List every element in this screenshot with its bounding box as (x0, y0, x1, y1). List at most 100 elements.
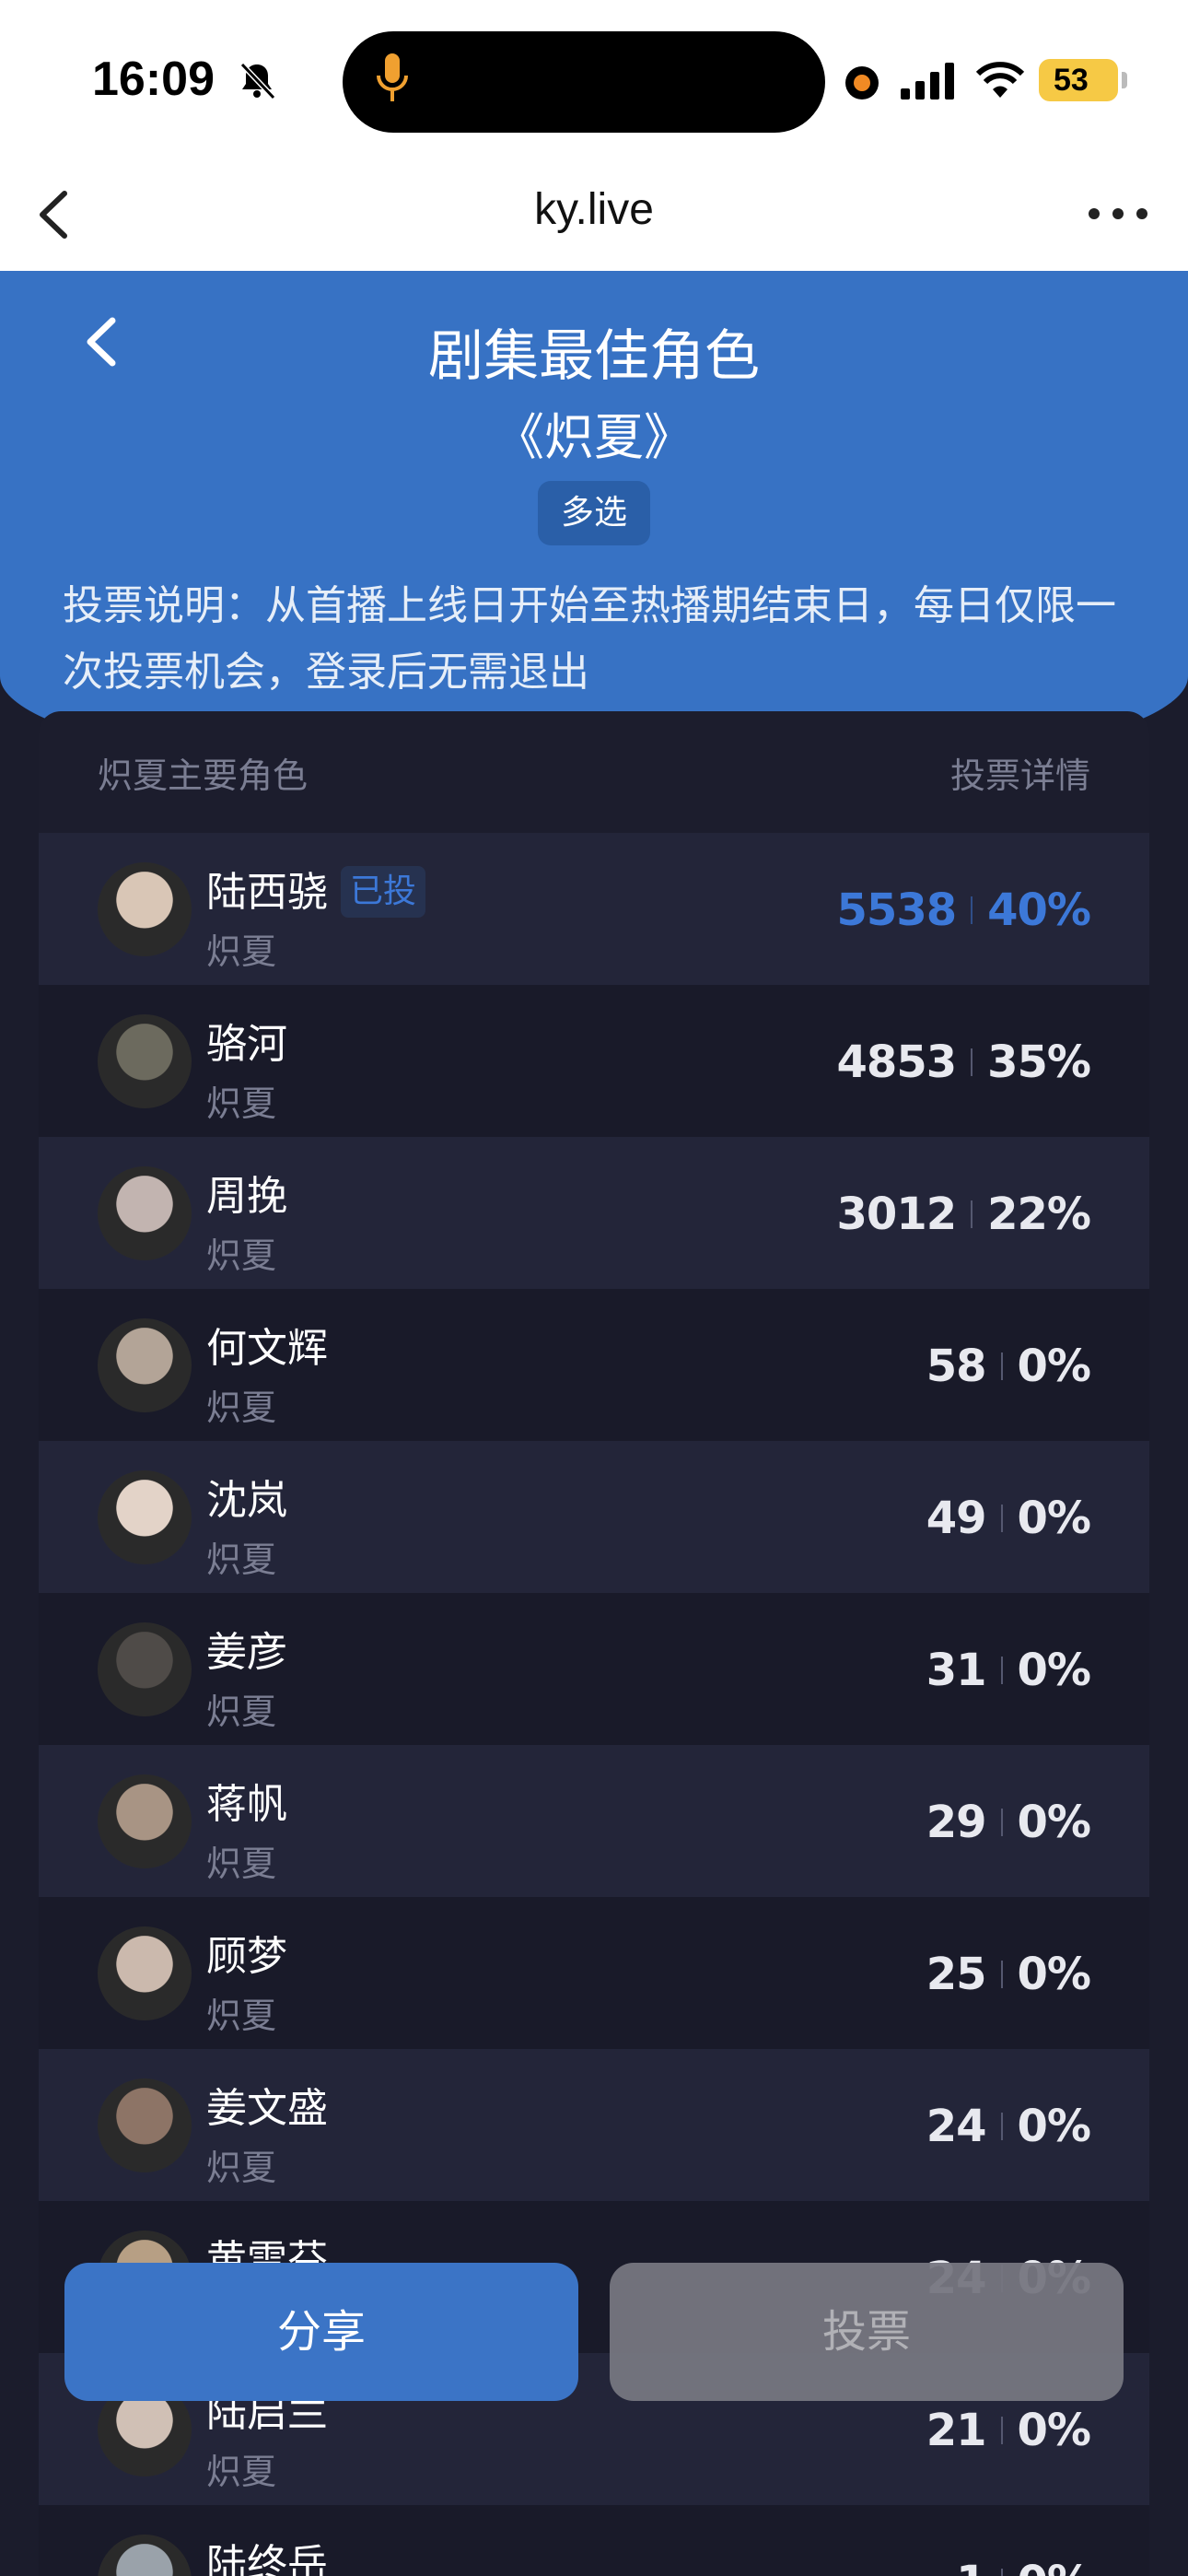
avatar (98, 1774, 192, 1868)
candidate-row[interactable]: 陆西骁 已投炽夏 5538 40% (39, 833, 1149, 985)
candidate-name: 陆西骁 已投 (206, 859, 426, 918)
vote-stats: 25 0% (926, 1949, 1091, 2000)
candidate-row[interactable]: 顾梦炽夏 25 0% (39, 1897, 1149, 2049)
vote-percent: 0% (1017, 1341, 1091, 1392)
candidate-name: 陆终岳 (206, 2531, 328, 2576)
avatar (98, 1014, 192, 1108)
candidate-drama: 炽夏 (206, 931, 277, 972)
vote-stats: 58 0% (926, 1341, 1091, 1392)
page-title: 剧集最佳角色 (428, 324, 760, 389)
list-header-right: 投票详情 (949, 755, 1090, 796)
candidate-row[interactable]: 姜彦炽夏 31 0% (39, 1593, 1149, 1745)
vote-stats: 31 0% (926, 1645, 1091, 1696)
candidate-name-text: 周挽 (206, 1173, 287, 1220)
vote-stats: 24 0% (926, 2101, 1091, 2152)
vote-percent: 0% (1018, 2557, 1091, 2576)
vote-count: 25 (926, 1949, 987, 2000)
vote-count: 58 (926, 1341, 987, 1392)
battery-tip-icon (1122, 72, 1127, 88)
share-button[interactable]: 分享 (64, 2263, 578, 2401)
vote-stats: 4853 35% (836, 1036, 1091, 1088)
candidate-name-text: 顾梦 (206, 1933, 287, 1980)
bell-muted-icon (239, 62, 276, 100)
status-bar: 16:09 53 (0, 0, 1188, 157)
candidate-name: 沈岚 (206, 1467, 287, 1526)
candidate-row[interactable]: 陆终岳炽夏10% (39, 2505, 1149, 2576)
candidate-row[interactable]: 沈岚炽夏 49 0% (39, 1441, 1149, 1593)
vote-count: 5538 (836, 884, 958, 936)
stat-divider (1000, 1809, 1003, 1836)
recording-indicator-icon (845, 66, 879, 100)
candidate-drama: 炽夏 (206, 2452, 277, 2492)
candidate-name: 姜文盛 (206, 2075, 328, 2134)
vote-count: 1 (956, 2557, 986, 2576)
stat-divider (1000, 2113, 1003, 2140)
vote-percent: 40% (987, 884, 1091, 936)
candidate-name-text: 陆终岳 (206, 2541, 328, 2576)
browser-url-title: ky.live (534, 185, 654, 234)
dynamic-island (343, 31, 825, 133)
more-options-icon[interactable] (1085, 195, 1151, 232)
vote-percent: 35% (987, 1036, 1091, 1088)
voted-badge: 已投 (341, 866, 426, 918)
vote-stats: 21 0% (926, 2405, 1091, 2456)
stat-divider (1000, 1352, 1003, 1380)
multi-select-tag: 多选 (538, 481, 650, 545)
candidate-drama: 炽夏 (206, 1540, 277, 1580)
vote-stats: 5538 40% (836, 884, 1091, 936)
candidate-drama: 炽夏 (206, 1388, 277, 1428)
avatar (98, 1926, 192, 2020)
vote-count: 4853 (836, 1036, 958, 1088)
candidate-name-text: 姜文盛 (206, 2085, 328, 2132)
battery-level: 53 (1039, 59, 1136, 101)
candidate-name: 姜彦 (206, 1619, 287, 1678)
vote-stats: 49 0% (926, 1493, 1091, 1544)
stat-divider (1000, 1657, 1003, 1684)
candidate-name-text: 何文辉 (206, 1325, 328, 1372)
avatar (98, 862, 192, 956)
candidate-row[interactable]: 何文辉炽夏 58 0% (39, 1289, 1149, 1441)
wifi-icon (975, 62, 1025, 98)
candidate-name: 何文辉 (206, 1315, 328, 1374)
microphone-icon (377, 53, 408, 101)
avatar (98, 2535, 192, 2576)
candidate-name-text: 蒋帆 (206, 1781, 287, 1828)
candidate-row[interactable]: 姜文盛 炽夏 24 0% (39, 2049, 1149, 2201)
status-time: 16:09 (92, 53, 215, 106)
vote-count: 3012 (836, 1188, 958, 1240)
list-header-left: 炽夏主要角色 (98, 755, 309, 796)
candidate-name-text: 陆西骁 (206, 869, 328, 916)
candidate-drama: 炽夏 (206, 1692, 277, 1732)
candidate-row[interactable]: 骆河炽夏 4853 35% (39, 985, 1149, 1137)
candidate-drama: 炽夏 (206, 1996, 277, 2036)
vote-percent: 0% (1017, 2405, 1091, 2456)
candidate-drama: 炽夏 (206, 1235, 277, 1276)
avatar (98, 1622, 192, 1716)
stat-divider (1000, 1961, 1003, 1988)
candidate-row[interactable]: 蒋帆 炽夏 29 0% (39, 1745, 1149, 1897)
vote-stats: 1 0% (956, 2557, 1091, 2576)
avatar (98, 1318, 192, 1412)
vote-percent: 0% (1017, 1645, 1091, 1696)
candidate-name-text: 沈岚 (206, 1477, 287, 1524)
avatar (98, 2078, 192, 2172)
candidate-name: 蒋帆 (206, 1771, 287, 1830)
cellular-signal-icon (901, 63, 954, 100)
vote-count: 29 (926, 1797, 987, 1848)
avatar (98, 1166, 192, 1260)
browser-nav-bar: ky.live (0, 157, 1188, 271)
vote-percent: 0% (1017, 1949, 1091, 2000)
stat-divider (1000, 1505, 1003, 1532)
vote-button[interactable]: 投票 (610, 2263, 1124, 2401)
stat-divider (971, 1048, 973, 1076)
stat-divider (971, 896, 973, 924)
vote-percent: 22% (987, 1188, 1091, 1240)
vote-percent: 0% (1017, 2101, 1091, 2152)
vote-stats: 29 0% (926, 1797, 1091, 1848)
candidate-drama: 炽夏 (206, 1083, 277, 1124)
candidate-row[interactable]: 周挽炽夏 3012 22% (39, 1137, 1149, 1289)
vote-description: 投票说明：从首播上线日开始至热播期结束日，每日仅限一次投票机会，登录后无需退出 (63, 582, 1116, 696)
candidate-name-text: 姜彦 (206, 1629, 287, 1676)
candidate-name: 骆河 (206, 1011, 287, 1070)
vote-count: 31 (926, 1645, 987, 1696)
